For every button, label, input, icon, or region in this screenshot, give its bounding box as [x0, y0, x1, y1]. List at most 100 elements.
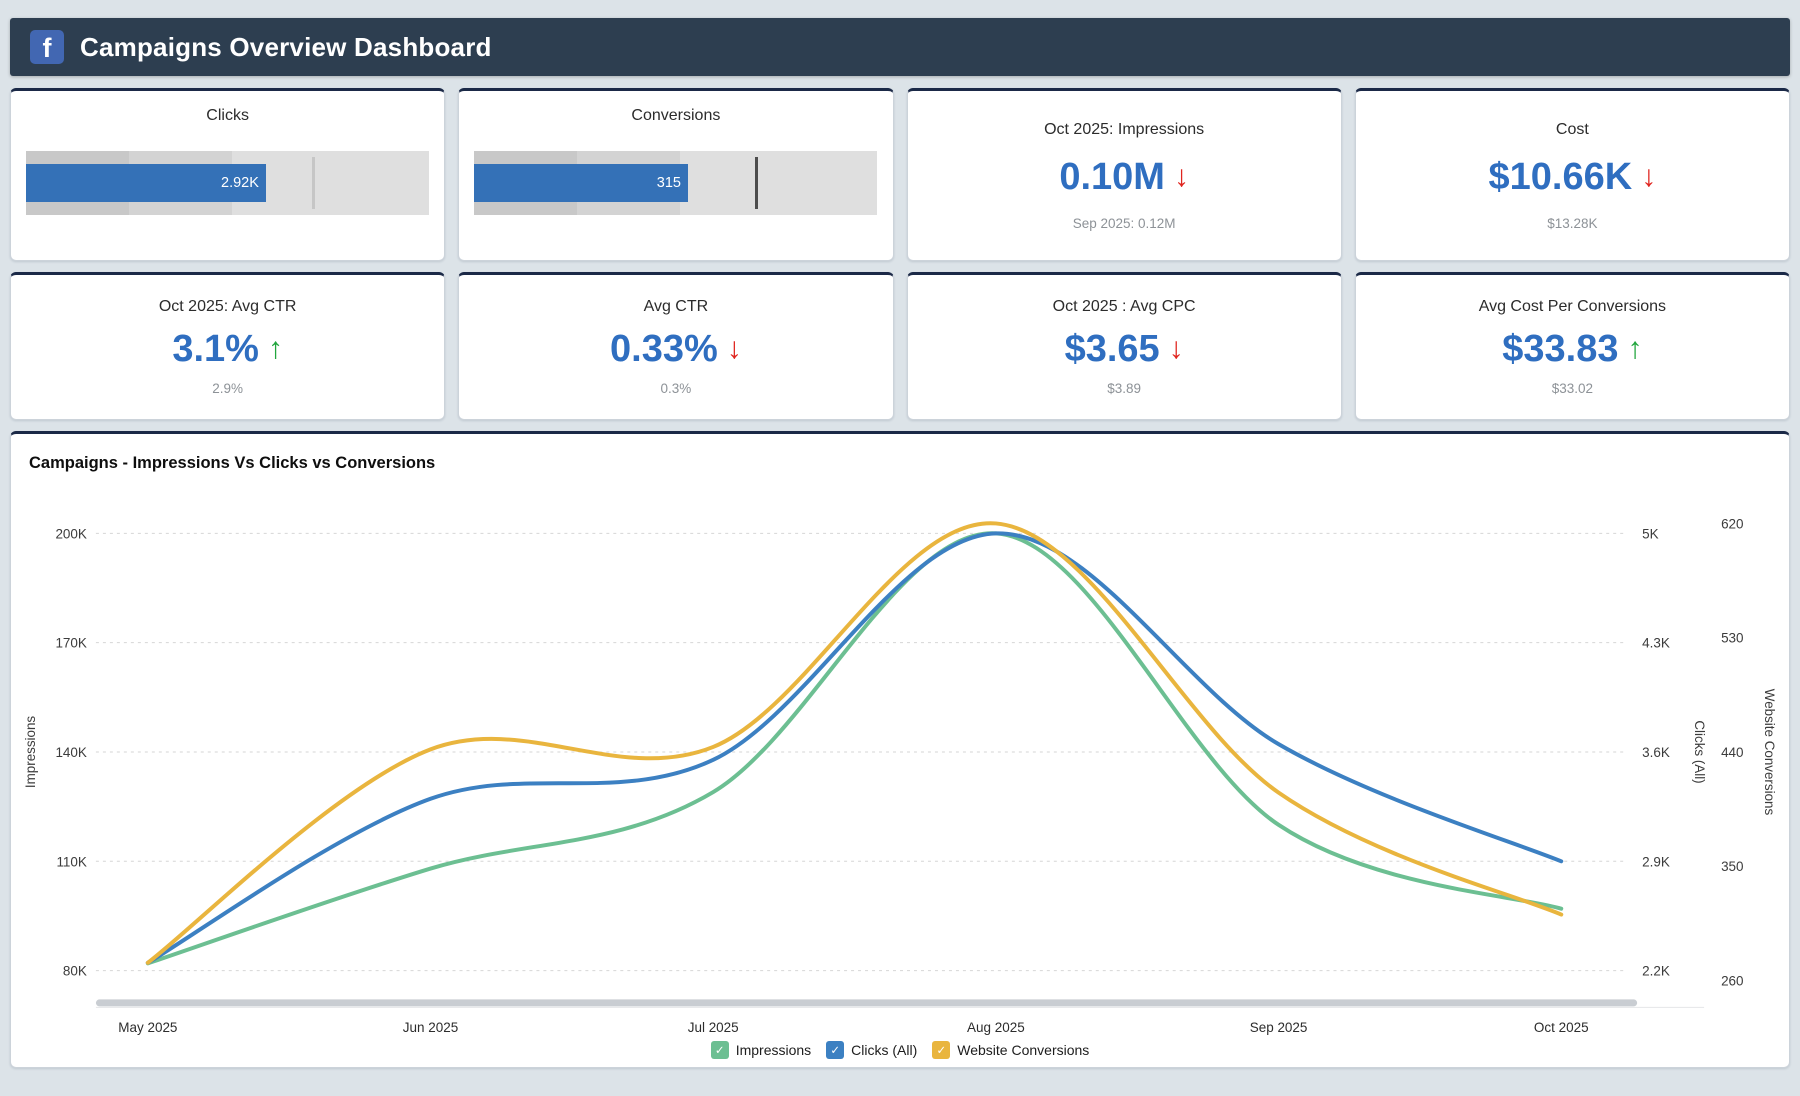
bullet-target-marker	[312, 157, 315, 209]
kpi-number: $33.83	[1502, 330, 1618, 368]
impressions-kpi-card: Oct 2025: Impressions 0.10M ↓ Sep 2025: …	[907, 88, 1342, 261]
legend-item-clicks-all[interactable]: ✓ Clicks (All)	[826, 1041, 917, 1059]
month-tick-label: Jul 2025	[688, 1020, 739, 1035]
conversions-tick-label: 530	[1721, 631, 1743, 646]
dashboard-page: f Campaigns Overview Dashboard Clicks 2.…	[0, 0, 1800, 1096]
trend-up-icon: ↑	[268, 334, 283, 364]
kpi-number: 0.33%	[610, 330, 718, 368]
conversions-axis: 260 350 440 530 620 Website Conversions	[1721, 516, 1777, 988]
gridlines	[96, 533, 1624, 970]
horizontal-scrollbar[interactable]	[96, 999, 1637, 1006]
trend-down-icon: ↓	[727, 334, 742, 364]
kpi-row-2: Oct 2025: Avg CTR 3.1% ↑ 2.9% Avg CTR 0.…	[10, 272, 1790, 420]
conversions-bullet-chart[interactable]: 315	[474, 151, 877, 215]
impressions-tick-label: 170K	[55, 636, 87, 651]
kpi-previous-value: $13.28K	[1547, 216, 1597, 231]
month-tick-label: Oct 2025	[1534, 1020, 1589, 1035]
month-tick-label: Aug 2025	[967, 1020, 1025, 1035]
trend-down-icon: ↓	[1174, 162, 1189, 192]
bullet-value-label: 2.92K	[221, 175, 266, 191]
chart-title: Campaigns - Impressions Vs Clicks vs Con…	[29, 454, 435, 473]
kpi-number: 0.10M	[1059, 158, 1165, 196]
avg-ctr-kpi-card: Avg CTR 0.33% ↓ 0.3%	[458, 272, 893, 420]
kpi-value: $3.65 ↓	[1065, 330, 1184, 368]
avg-cost-per-conversions-kpi-card: Avg Cost Per Conversions $33.83 ↑ $33.02	[1355, 272, 1790, 420]
series-line-impressions[interactable]	[148, 533, 1561, 963]
clicks-tick-label: 4.3K	[1642, 636, 1670, 651]
legend-checkbox-icon[interactable]: ✓	[711, 1041, 729, 1059]
month-tick-label: Jun 2025	[403, 1020, 458, 1035]
card-title: Cost	[1556, 121, 1589, 139]
trend-down-icon: ↓	[1641, 162, 1656, 192]
card-title: Clicks	[11, 91, 444, 125]
kpi-value: $10.66K ↓	[1489, 158, 1657, 196]
kpi-previous-value: 2.9%	[212, 381, 243, 396]
impressions-tick-label: 80K	[63, 964, 87, 979]
card-title: Avg Cost Per Conversions	[1479, 298, 1666, 316]
legend-label: Clicks (All)	[851, 1042, 917, 1058]
card-title: Oct 2025 : Avg CPC	[1053, 298, 1196, 316]
impressions-axis-title: Impressions	[23, 716, 38, 789]
kpi-value: 0.33% ↓	[610, 330, 742, 368]
clicks-bullet-chart[interactable]: 2.92K	[26, 151, 429, 215]
campaigns-chart-card: Campaigns - Impressions Vs Clicks vs Con…	[10, 431, 1790, 1068]
conversions-tick-label: 350	[1721, 859, 1743, 874]
legend-item-website-conversions[interactable]: ✓ Website Conversions	[932, 1041, 1089, 1059]
legend-item-impressions[interactable]: ✓ Impressions	[711, 1041, 811, 1059]
impressions-axis: 80K 110K 140K 170K 200K Impressions	[23, 526, 87, 978]
clicks-tick-label: 2.2K	[1642, 964, 1670, 979]
oct-avg-ctr-kpi-card: Oct 2025: Avg CTR 3.1% ↑ 2.9%	[10, 272, 445, 420]
legend-checkbox-icon[interactable]: ✓	[826, 1041, 844, 1059]
bullet-range-band	[680, 151, 878, 215]
impressions-tick-label: 110K	[56, 854, 87, 869]
kpi-number: $10.66K	[1489, 158, 1633, 196]
bullet-measure-bar[interactable]: 2.92K	[26, 164, 266, 202]
bullet-value-label: 315	[657, 175, 688, 191]
conversions-bullet-card: Conversions 315	[458, 88, 893, 261]
kpi-value: $33.83 ↑	[1502, 330, 1642, 368]
kpi-previous-value: $33.02	[1552, 381, 1593, 396]
card-title: Conversions	[459, 91, 892, 125]
cost-kpi-card: Cost $10.66K ↓ $13.28K	[1355, 88, 1790, 261]
card-title: Avg CTR	[644, 298, 709, 316]
card-title: Oct 2025: Impressions	[1044, 121, 1204, 139]
card-title: Oct 2025: Avg CTR	[159, 298, 297, 316]
chart-legend: ✓ Impressions ✓ Clicks (All) ✓ Website Conver…	[11, 1041, 1789, 1059]
conversions-axis-title: Website Conversions	[1762, 689, 1777, 816]
legend-label: Impressions	[736, 1042, 811, 1058]
clicks-tick-label: 3.6K	[1642, 745, 1670, 760]
clicks-axis: 2.2K 2.9K 3.6K 4.3K 5K Clicks (All)	[1642, 526, 1707, 978]
facebook-icon: f	[30, 30, 64, 64]
clicks-axis-title: Clicks (All)	[1692, 720, 1707, 783]
conversions-tick-label: 260	[1721, 974, 1743, 989]
kpi-value: 3.1% ↑	[172, 330, 283, 368]
kpi-previous-value: Sep 2025: 0.12M	[1073, 216, 1176, 231]
conversions-tick-label: 440	[1721, 745, 1743, 760]
kpi-row-1: Clicks 2.92K Conversions 315 Oct 2025: I…	[10, 88, 1790, 261]
kpi-number: 3.1%	[172, 330, 259, 368]
series-line-website-conversions[interactable]	[148, 523, 1561, 963]
campaigns-line-chart[interactable]: 80K 110K 140K 170K 200K Impressions 2.2K 2.9K 3.…	[11, 434, 1789, 1067]
impressions-tick-label: 140K	[55, 745, 87, 760]
legend-label: Website Conversions	[957, 1042, 1089, 1058]
series-lines[interactable]	[148, 523, 1561, 963]
legend-checkbox-icon[interactable]: ✓	[932, 1041, 950, 1059]
bullet-measure-bar[interactable]: 315	[474, 164, 688, 202]
kpi-previous-value: 0.3%	[660, 381, 691, 396]
series-line-clicks-all[interactable]	[148, 533, 1561, 962]
conversions-tick-label: 620	[1721, 516, 1743, 531]
impressions-tick-label: 200K	[55, 526, 87, 541]
oct-avg-cpc-kpi-card: Oct 2025 : Avg CPC $3.65 ↓ $3.89	[907, 272, 1342, 420]
month-tick-label: May 2025	[118, 1020, 177, 1035]
month-axis: May 2025 Jun 2025 Jul 2025 Aug 2025 Sep 2025…	[118, 1020, 1588, 1035]
clicks-tick-label: 5K	[1642, 526, 1659, 541]
dashboard-header: f Campaigns Overview Dashboard	[10, 18, 1790, 76]
clicks-tick-label: 2.9K	[1642, 854, 1670, 869]
trend-down-icon: ↓	[1169, 334, 1184, 364]
page-title: Campaigns Overview Dashboard	[80, 32, 492, 63]
kpi-number: $3.65	[1065, 330, 1160, 368]
kpi-value: 0.10M ↓	[1059, 158, 1189, 196]
facebook-f-glyph: f	[43, 33, 52, 64]
month-tick-label: Sep 2025	[1250, 1020, 1308, 1035]
kpi-previous-value: $3.89	[1107, 381, 1141, 396]
